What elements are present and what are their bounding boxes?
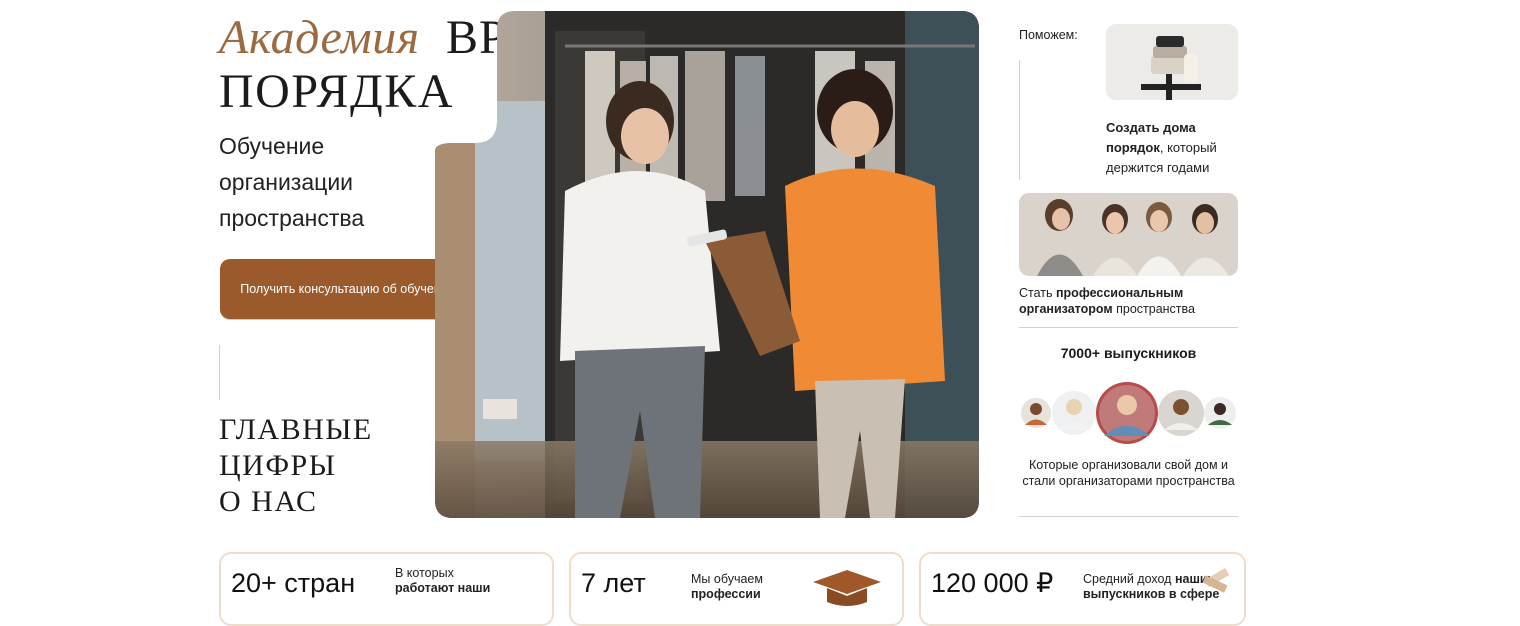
help-label: Поможем: — [1019, 28, 1078, 42]
hero-subtitle-line: Обучение — [219, 133, 325, 159]
hero-subtitle: Обучение организации пространства — [219, 128, 429, 236]
graduate-avatars — [1021, 382, 1236, 444]
stat-description: Мы обучаем профессии — [691, 572, 821, 602]
pro-text: Стать профессиональным организатором про… — [1019, 285, 1249, 317]
numbers-title-line: О НАС — [219, 485, 318, 518]
hero-title-order: ПОРЯДКА — [219, 65, 454, 118]
stat-description-plain: Мы обучаем — [691, 572, 763, 586]
stat-value: 120 000 ₽ — [931, 568, 1054, 598]
stat-description-bold: профессии — [691, 587, 761, 601]
stat-description: В которых работают наши — [395, 566, 525, 596]
stat-description-bold: работают наши — [395, 581, 491, 595]
team-image — [1019, 193, 1238, 276]
divider — [1019, 516, 1238, 517]
hero-photo — [435, 11, 979, 518]
avatar — [1204, 397, 1236, 429]
measuring-tape-icon — [1202, 568, 1230, 593]
stat-description-plain: Средний доход — [1083, 572, 1175, 586]
avatar — [1052, 391, 1096, 435]
graduates-title: 7000+ выпускников — [1060, 345, 1197, 361]
divider — [1019, 60, 1020, 180]
graduation-cap-icon — [813, 570, 881, 606]
avatar — [1021, 398, 1051, 428]
divider — [1019, 327, 1238, 328]
home-order-image — [1106, 24, 1238, 100]
numbers-title-line: ГЛАВНЫЕ — [219, 413, 373, 446]
help-text: Создать дома порядок, который держится г… — [1106, 118, 1256, 178]
hero-title-academy: Академия — [219, 11, 420, 64]
avatar — [1158, 390, 1204, 436]
stat-value: 7 лет — [581, 568, 646, 598]
stat-card-countries: 20+ стран В которых работают наши — [219, 552, 554, 626]
stat-card-years: 7 лет Мы обучаем профессии — [569, 552, 904, 626]
avatar — [1096, 382, 1158, 444]
numbers-title-line: ЦИФРЫ — [219, 449, 337, 482]
divider — [219, 345, 220, 400]
stat-card-income: 120 000 ₽ Средний доход наших выпускнико… — [919, 552, 1246, 626]
pro-text-suffix: пространства — [1112, 302, 1195, 316]
graduates-description: Которые организовали свой дом и стали ор… — [1022, 458, 1235, 488]
stat-description-plain: В которых — [395, 566, 454, 580]
hero-subtitle-line: организации — [219, 169, 354, 195]
stat-value: 20+ стран — [231, 568, 356, 598]
hero-subtitle-line: пространства — [219, 205, 365, 231]
numbers-section-title: ГЛАВНЫЕ ЦИФРЫ О НАС — [219, 412, 373, 520]
pro-text-prefix: Стать — [1019, 286, 1056, 300]
